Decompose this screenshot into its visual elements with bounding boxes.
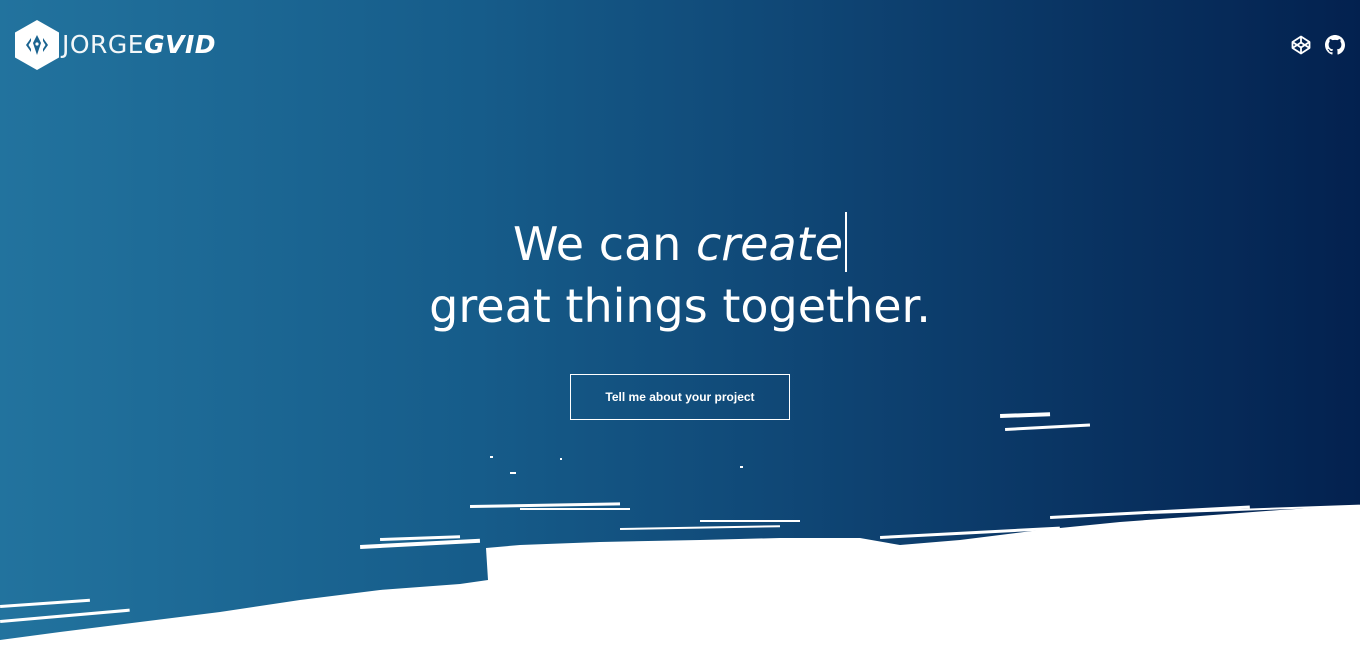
headline-line-1: We can create: [0, 212, 1360, 275]
brand-name-light: JORGE: [62, 30, 145, 59]
headline-prefix: We can: [512, 217, 682, 271]
typing-cursor: [845, 212, 847, 272]
github-icon: [1325, 35, 1345, 55]
brand-name: JORGEGVID: [62, 19, 216, 71]
github-link[interactable]: [1324, 34, 1346, 56]
brand-logo[interactable]: JORGEGVID: [14, 19, 216, 71]
codepen-link[interactable]: [1290, 34, 1312, 56]
pen-nib-hexagon-icon: [15, 20, 59, 70]
hero-headline: We can create great things together.: [0, 212, 1360, 337]
project-cta-button[interactable]: Tell me about your project: [570, 374, 790, 420]
codepen-icon: [1291, 35, 1311, 55]
brand-name-bold: GVID: [144, 30, 217, 59]
typed-word: create: [695, 217, 843, 271]
social-links: [1290, 34, 1346, 56]
hero-section: JORGEGVID We can create great things tog…: [0, 0, 1360, 667]
headline-line-2: great things together.: [429, 279, 931, 333]
